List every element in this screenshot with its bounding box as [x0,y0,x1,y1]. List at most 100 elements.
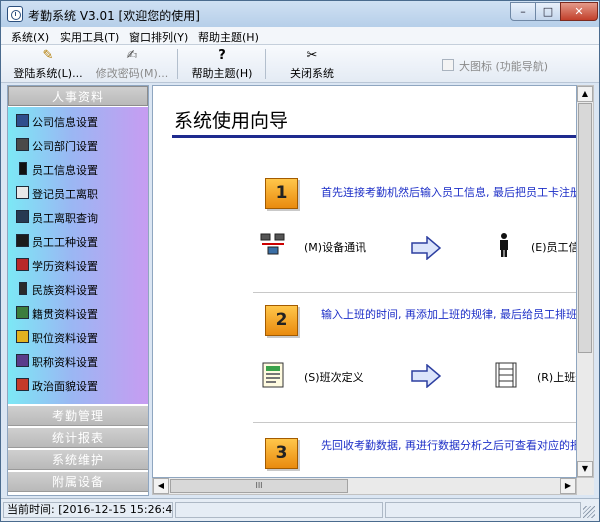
step-3-badge: 3 [265,438,298,469]
big-icon-label: 大图标 (功能导航) [459,60,549,73]
category-maintenance[interactable]: 系统维护 [8,450,148,470]
login-button[interactable]: ✎ 登陆系统(L)... [9,47,87,81]
status-segment [175,502,383,518]
minimize-button[interactable]: – [510,2,536,21]
sidebar-item-resignation-query[interactable]: 员工离职查询 [8,205,138,229]
network-device-icon [260,233,285,255]
book-icon [16,258,29,271]
landscape-icon [16,306,29,319]
sidebar-item-company-info[interactable]: 公司信息设置 [8,109,138,133]
menu-system[interactable]: 系统(X) [11,29,49,45]
step-2-badge: 2 [265,305,298,336]
menu-window[interactable]: 窗口排列(Y) [129,29,188,45]
status-bar: 当前时间: [2016-12-15 15:26:42] [1,498,599,521]
sidebar-item-label: 政治面貌设置 [32,380,98,393]
company-icon [16,114,29,127]
badge-icon [16,330,29,343]
certificate-icon [16,354,29,367]
right-arrow-icon [411,364,441,388]
navigation-sidebar: 人事资料 公司信息设置 公司部门设置 员工信息设置 登记员工离职 员工离职查询 [7,85,149,496]
status-segment [385,502,581,518]
category-reports[interactable]: 统计报表 [8,428,148,448]
device-communication-label: (M)设备通讯 [304,241,367,254]
search-list-icon [16,210,29,223]
film-strip-icon [495,362,517,388]
category-attendance[interactable]: 考勤管理 [8,406,148,426]
step-3-text: 先回收考勤数据, 再进行数据分析之后可查看对应的报表 [321,439,577,452]
change-password-label: 修改密码(M)... [95,67,169,80]
sidebar-item-education[interactable]: 学历资料设置 [8,253,138,277]
sidebar-item-titles[interactable]: 职称资料设置 [8,349,138,373]
step-1-badge: 1 [265,178,298,209]
sidebar-item-employee-info[interactable]: 员工信息设置 [8,157,138,181]
section-divider [253,292,576,293]
sidebar-item-label: 学历资料设置 [32,260,98,273]
sidebar-item-label: 民族资料设置 [32,284,98,297]
window-title: 考勤系统 V3.01 [欢迎您的使用] [28,9,200,23]
horizontal-scroll-thumb[interactable]: III [170,479,348,493]
sidebar-item-register-resignation[interactable]: 登记员工离职 [8,181,138,205]
help-pointer-icon: ? [218,48,226,63]
employee-info-label: (E)员工信息 [531,241,576,254]
big-icon-checkbox[interactable] [442,59,454,71]
login-label: 登陆系统(L)... [13,67,83,80]
maximize-button[interactable]: □ [535,2,561,21]
category-personnel[interactable]: 人事资料 [8,86,148,106]
help-topics-label: 帮助主题(H) [191,67,253,80]
menu-bar: 系统(X) 实用工具(T) 窗口排列(Y) 帮助主题(H) [1,27,599,45]
exit-icon: ✂ [306,48,318,63]
sidebar-item-label: 员工信息设置 [32,164,98,177]
help-topics-button[interactable]: ? 帮助主题(H) [187,47,257,81]
horizontal-scrollbar[interactable]: ◀ III ▶ [152,478,577,495]
edit-icon: ✍ [126,48,138,63]
close-system-button[interactable]: ✂ 关闭系统 [281,47,343,81]
person-icon [19,162,27,175]
resize-grip[interactable] [583,506,595,518]
step-2-text: 输入上班的时间, 再添加上班的规律, 最后给员工排班. [321,308,577,321]
page-title: 系统使用向导 [174,110,289,132]
close-system-label: 关闭系统 [290,67,334,80]
close-button[interactable]: ✕ [560,2,598,21]
department-icon [16,138,29,151]
title-divider [172,135,576,138]
flag-icon [16,378,29,391]
guide-panel: 系统使用向导 1 首先连接考勤机然后输入员工信息, 最后把员工卡注册到 (M)设… [152,85,577,478]
shift-definition-label: (S)班次定义 [304,371,364,384]
sidebar-item-political-status[interactable]: 政治面貌设置 [8,373,138,397]
pen-icon: ✎ [42,48,54,63]
scroll-corner [577,478,594,495]
vertical-scrollbar[interactable]: ▲ ▼ [577,85,594,478]
sidebar-item-label: 员工离职查询 [32,212,98,225]
scroll-left-button[interactable]: ◀ [153,478,169,494]
right-arrow-icon [411,236,441,260]
main-window: 考勤系统 V3.01 [欢迎您的使用] – □ ✕ 系统(X) 实用工具(T) … [0,0,600,522]
tools-icon [16,234,29,247]
toolbar-separator [177,49,178,79]
sidebar-item-ethnicity[interactable]: 民族资料设置 [8,277,138,301]
sidebar-item-label: 登记员工离职 [32,188,98,201]
menu-help[interactable]: 帮助主题(H) [198,29,259,45]
category-devices[interactable]: 附属设备 [8,472,148,492]
sidebar-item-native-place[interactable]: 籍贯资料设置 [8,301,138,325]
sidebar-item-positions[interactable]: 职位资料设置 [8,325,138,349]
person-icon [500,233,508,257]
sidebar-item-label: 职位资料设置 [32,332,98,345]
sidebar-item-label: 公司部门设置 [32,140,98,153]
scroll-down-button[interactable]: ▼ [577,461,593,477]
sidebar-item-label: 员工工种设置 [32,236,98,249]
sidebar-item-label: 籍贯资料设置 [32,308,98,321]
sidebar-item-label: 公司信息设置 [32,116,98,129]
title-bar[interactable]: 考勤系统 V3.01 [欢迎您的使用] – □ ✕ [1,1,599,27]
schedule-sheet-icon [262,362,284,388]
vertical-scroll-thumb[interactable] [578,103,592,353]
sidebar-item-label: 职称资料设置 [32,356,98,369]
personnel-item-list: 公司信息设置 公司部门设置 员工信息设置 登记员工离职 员工离职查询 员工工种设… [8,107,148,421]
menu-tools[interactable]: 实用工具(T) [60,29,119,45]
scroll-right-button[interactable]: ▶ [560,478,576,494]
work-rule-label: (R)上班规 [537,371,576,384]
sidebar-item-departments[interactable]: 公司部门设置 [8,133,138,157]
clock-app-icon [7,6,23,22]
change-password-button[interactable]: ✍ 修改密码(M)... [93,47,171,81]
scroll-up-button[interactable]: ▲ [577,86,593,102]
sidebar-item-job-types[interactable]: 员工工种设置 [8,229,138,253]
